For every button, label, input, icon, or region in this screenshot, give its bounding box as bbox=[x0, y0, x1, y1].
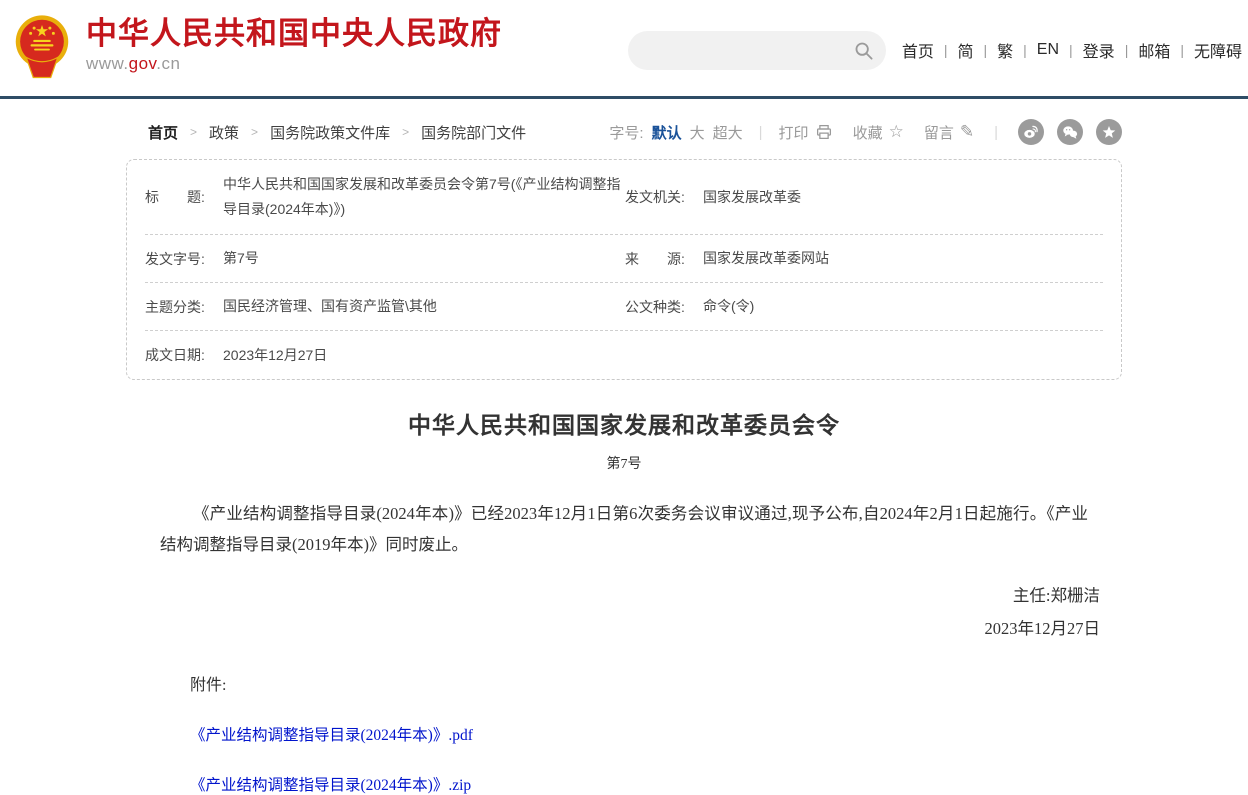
weibo-share-icon[interactable] bbox=[1018, 119, 1044, 145]
search-box[interactable] bbox=[628, 31, 886, 70]
wechat-share-icon[interactable] bbox=[1057, 119, 1083, 145]
font-size-label: 字号: bbox=[609, 122, 643, 143]
search-input[interactable] bbox=[628, 42, 853, 59]
nav-login[interactable]: 登录 bbox=[1083, 38, 1115, 62]
toolbar-row: 首页 > 政策 > 国务院政策文件库 > 国务院部门文件 字号: 默认 大 超大… bbox=[126, 119, 1122, 145]
meta-row-date: 成文日期: 2023年12月27日 bbox=[145, 331, 1103, 379]
pencil-icon: ✎ bbox=[960, 122, 974, 142]
comment-label: 留言 bbox=[924, 122, 954, 143]
site-url-www: www. bbox=[86, 54, 129, 73]
nav-separator: | bbox=[1180, 42, 1184, 58]
meta-value-source: 国家发展改革委网站 bbox=[703, 246, 829, 271]
national-emblem-logo bbox=[14, 13, 70, 79]
font-size-large[interactable]: 大 bbox=[690, 122, 705, 143]
page-tools: 字号: 默认 大 超大 | 打印 收藏 ☆ 留言 ✎ | bbox=[609, 119, 1122, 145]
meta-cell: 标 题: 中华人民共和国国家发展和改革委员会令第7号(《产业结构调整指导目录(2… bbox=[145, 172, 625, 222]
meta-value-doc-type: 命令(令) bbox=[703, 294, 754, 319]
site-url-cn: .cn bbox=[156, 54, 180, 73]
meta-cell: 来 源: 国家发展改革委网站 bbox=[625, 246, 1103, 271]
breadcrumb-department-docs[interactable]: 国务院部门文件 bbox=[421, 122, 526, 143]
site-url-gov: gov bbox=[129, 54, 157, 73]
font-size-xlarge[interactable]: 超大 bbox=[713, 122, 743, 143]
tools-separator: | bbox=[994, 124, 998, 141]
printer-icon bbox=[815, 123, 833, 141]
tools-separator: | bbox=[759, 124, 763, 141]
breadcrumb-policy[interactable]: 政策 bbox=[209, 122, 239, 143]
meta-label-doc-type: 公文种类: bbox=[625, 297, 703, 317]
search-icon[interactable] bbox=[853, 40, 875, 62]
nav-separator: | bbox=[1069, 42, 1073, 58]
breadcrumb-separator: > bbox=[190, 125, 197, 139]
document-meta-table: 标 题: 中华人民共和国国家发展和改革委员会令第7号(《产业结构调整指导目录(2… bbox=[126, 159, 1122, 380]
site-url: www.gov.cn bbox=[86, 54, 502, 74]
nav-separator: | bbox=[984, 42, 988, 58]
meta-row-title: 标 题: 中华人民共和国国家发展和改革委员会令第7号(《产业结构调整指导目录(2… bbox=[145, 160, 1103, 235]
nav-accessibility[interactable]: 无障碍 bbox=[1194, 38, 1242, 62]
article-doc-number: 第7号 bbox=[126, 453, 1122, 473]
star-icon: ☆ bbox=[889, 122, 904, 142]
meta-cell: 成文日期: 2023年12月27日 bbox=[145, 343, 625, 368]
meta-cell: 发文机关: 国家发展改革委 bbox=[625, 185, 1103, 210]
nav-english[interactable]: EN bbox=[1037, 41, 1059, 59]
favorite-label: 收藏 bbox=[853, 122, 883, 143]
share-buttons bbox=[1018, 119, 1122, 145]
breadcrumb-policy-library[interactable]: 国务院政策文件库 bbox=[270, 122, 390, 143]
meta-cell: 主题分类: 国民经济管理、国有资产监管\其他 bbox=[145, 294, 625, 319]
meta-value-title: 中华人民共和国国家发展和改革委员会令第7号(《产业结构调整指导目录(2024年本… bbox=[223, 172, 623, 222]
meta-cell: 公文种类: 命令(令) bbox=[625, 294, 1103, 319]
favorite-button[interactable]: 收藏 ☆ bbox=[853, 122, 904, 143]
attachments-section: 附件: 《产业结构调整指导目录(2024年本)》.pdf 《产业结构调整指导目录… bbox=[190, 671, 1122, 795]
article-sign-date: 2023年12月27日 bbox=[126, 615, 1122, 639]
article-signer: 主任:郑栅洁 bbox=[126, 582, 1122, 606]
meta-label-date: 成文日期: bbox=[145, 345, 223, 365]
meta-value-category: 国民经济管理、国有资产监管\其他 bbox=[223, 294, 437, 319]
brand-block: 中华人民共和国中央人民政府 www.gov.cn bbox=[86, 17, 502, 74]
print-button[interactable]: 打印 bbox=[779, 122, 833, 143]
nav-separator: | bbox=[1023, 42, 1027, 58]
nav-simplified[interactable]: 简 bbox=[957, 38, 973, 62]
nav-separator: | bbox=[944, 42, 948, 58]
meta-label-category: 主题分类: bbox=[145, 297, 223, 317]
nav-traditional[interactable]: 繁 bbox=[997, 38, 1013, 62]
print-label: 打印 bbox=[779, 122, 809, 143]
meta-label-issuing-agency: 发文机关: bbox=[625, 187, 703, 207]
breadcrumb-home[interactable]: 首页 bbox=[148, 122, 178, 143]
meta-value-date: 2023年12月27日 bbox=[223, 343, 327, 368]
nav-home[interactable]: 首页 bbox=[902, 38, 934, 62]
article-title: 中华人民共和国国家发展和改革委员会令 bbox=[126, 406, 1122, 440]
nav-mailbox[interactable]: 邮箱 bbox=[1138, 38, 1170, 62]
header-divider-line bbox=[0, 96, 1248, 99]
meta-value-issuing-agency: 国家发展改革委 bbox=[703, 185, 801, 210]
meta-label-source: 来 源: bbox=[625, 249, 703, 269]
meta-label-title: 标 题: bbox=[145, 187, 223, 207]
attachment-zip-link[interactable]: 《产业结构调整指导目录(2024年本)》.zip bbox=[190, 773, 1122, 795]
meta-row-category: 主题分类: 国民经济管理、国有资产监管\其他 公文种类: 命令(令) bbox=[145, 283, 1103, 331]
attachment-pdf-link[interactable]: 《产业结构调整指导目录(2024年本)》.pdf bbox=[190, 723, 1122, 745]
top-navigation: 首页 | 简 | 繁 | EN | 登录 | 邮箱 | 无障碍 bbox=[902, 38, 1242, 62]
nav-separator: | bbox=[1125, 42, 1129, 58]
font-size-default[interactable]: 默认 bbox=[652, 122, 682, 143]
breadcrumb-separator: > bbox=[402, 125, 409, 139]
qzone-share-icon[interactable] bbox=[1096, 119, 1122, 145]
attachments-label: 附件: bbox=[190, 671, 1122, 695]
meta-value-doc-number: 第7号 bbox=[223, 246, 259, 271]
meta-cell: 发文字号: 第7号 bbox=[145, 246, 625, 271]
breadcrumb-separator: > bbox=[251, 125, 258, 139]
breadcrumb: 首页 > 政策 > 国务院政策文件库 > 国务院部门文件 bbox=[148, 122, 526, 143]
meta-row-doc-number: 发文字号: 第7号 来 源: 国家发展改革委网站 bbox=[145, 235, 1103, 283]
document-article: 中华人民共和国国家发展和改革委员会令 第7号 《产业结构调整指导目录(2024年… bbox=[126, 406, 1122, 795]
comment-button[interactable]: 留言 ✎ bbox=[924, 122, 974, 143]
site-title: 中华人民共和国中央人民政府 bbox=[86, 17, 502, 51]
article-paragraph: 《产业结构调整指导目录(2024年本)》已经2023年12月1日第6次委务会议审… bbox=[126, 498, 1122, 560]
main-content: 首页 > 政策 > 国务院政策文件库 > 国务院部门文件 字号: 默认 大 超大… bbox=[126, 119, 1122, 795]
site-header: 中华人民共和国中央人民政府 www.gov.cn 首页 | 简 | 繁 | EN | 登… bbox=[0, 0, 1248, 96]
meta-label-doc-number: 发文字号: bbox=[145, 249, 223, 269]
